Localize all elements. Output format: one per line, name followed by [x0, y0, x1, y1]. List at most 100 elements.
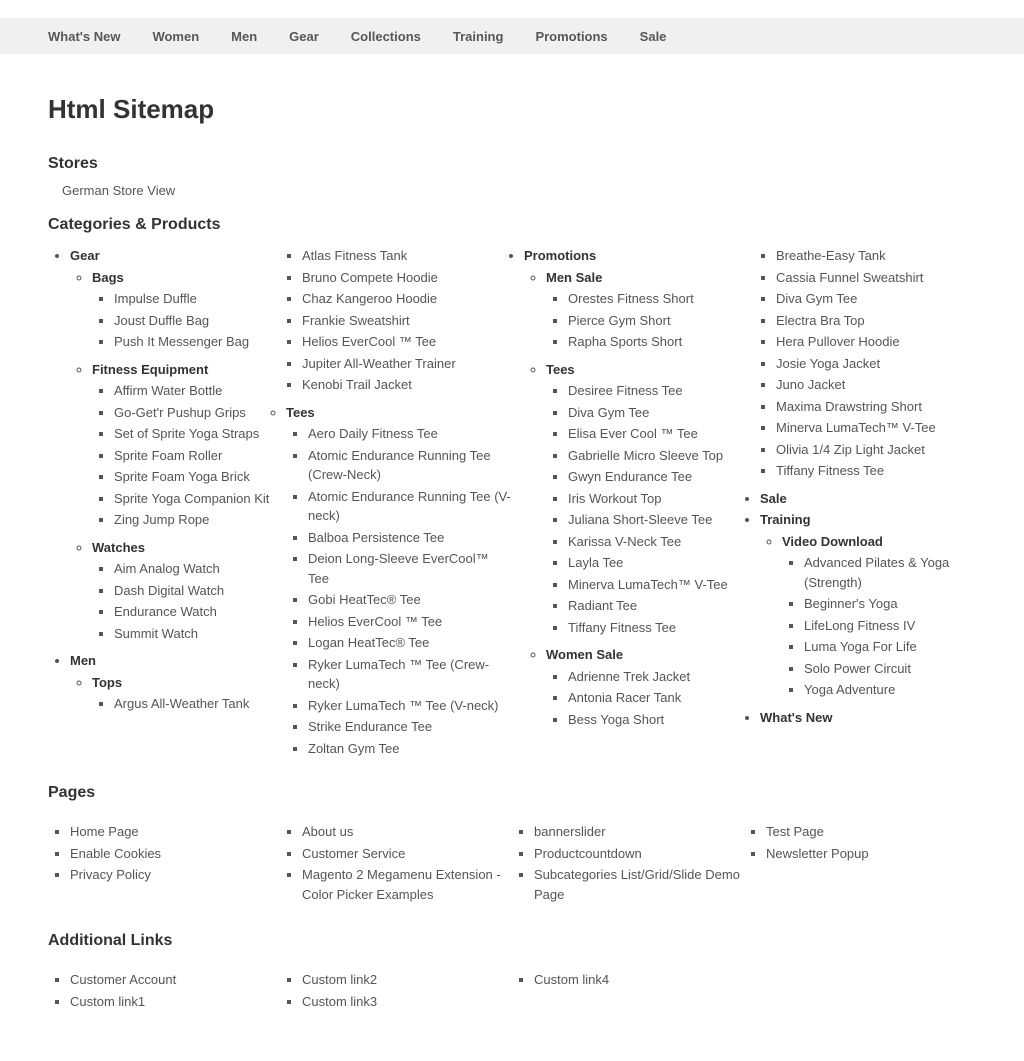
link-item[interactable]: Argus All-Weather Tank [114, 696, 249, 711]
link-item[interactable]: Juno Jacket [776, 377, 845, 392]
link-item[interactable]: Helios EverCool ™ Tee [308, 614, 442, 629]
link-item[interactable]: Joust Duffle Bag [114, 313, 209, 328]
link-item[interactable]: Jupiter All-Weather Trainer [302, 356, 456, 371]
link-item[interactable]: Beginner's Yoga [804, 596, 898, 611]
cat-promotions[interactable]: Promotions [524, 248, 596, 263]
link-item[interactable]: Hera Pullover Hoodie [776, 334, 900, 349]
cat-women-sale[interactable]: Women Sale [546, 647, 623, 662]
link-item[interactable]: Iris Workout Top [568, 491, 661, 506]
cat-bags[interactable]: Bags [92, 270, 124, 285]
link-item[interactable]: Diva Gym Tee [568, 405, 649, 420]
link-item[interactable]: Chaz Kangeroo Hoodie [302, 291, 437, 306]
nav-collections[interactable]: Collections [351, 29, 421, 44]
additional-link[interactable]: Custom link1 [70, 994, 145, 1009]
page-link[interactable]: Newsletter Popup [766, 846, 869, 861]
link-item[interactable]: Deion Long-Sleeve EverCool™ Tee [308, 551, 489, 586]
link-item[interactable]: Summit Watch [114, 626, 198, 641]
link-item[interactable]: Logan HeatTec® Tee [308, 635, 429, 650]
link-item[interactable]: Rapha Sports Short [568, 334, 682, 349]
cat-training[interactable]: Training [760, 512, 811, 527]
page-link[interactable]: Enable Cookies [70, 846, 161, 861]
link-item[interactable]: Electra Bra Top [776, 313, 865, 328]
link-item[interactable]: Maxima Drawstring Short [776, 399, 922, 414]
link-item[interactable]: Karissa V-Neck Tee [568, 534, 681, 549]
page-link[interactable]: Test Page [766, 824, 824, 839]
link-item[interactable]: Kenobi Trail Jacket [302, 377, 412, 392]
link-item[interactable]: Sprite Yoga Companion Kit [114, 491, 269, 506]
link-item[interactable]: Affirm Water Bottle [114, 383, 222, 398]
link-item[interactable]: Zoltan Gym Tee [308, 741, 400, 756]
page-link[interactable]: Privacy Policy [70, 867, 151, 882]
link-item[interactable]: Pierce Gym Short [568, 313, 671, 328]
link-item[interactable]: Balboa Persistence Tee [308, 530, 444, 545]
link-item[interactable]: Tiffany Fitness Tee [568, 620, 676, 635]
link-item[interactable]: Adrienne Trek Jacket [568, 669, 690, 684]
link-item[interactable]: Solo Power Circuit [804, 661, 911, 676]
nav-whats-new[interactable]: What's New [48, 29, 120, 44]
link-item[interactable]: Olivia 1/4 Zip Light Jacket [776, 442, 925, 457]
link-item[interactable]: Orestes Fitness Short [568, 291, 694, 306]
link-item[interactable]: Helios EverCool ™ Tee [302, 334, 436, 349]
link-item[interactable]: Diva Gym Tee [776, 291, 857, 306]
cat-watches[interactable]: Watches [92, 540, 145, 555]
link-item[interactable]: Bruno Compete Hoodie [302, 270, 438, 285]
page-link[interactable]: Customer Service [302, 846, 405, 861]
nav-training[interactable]: Training [453, 29, 504, 44]
link-item[interactable]: Cassia Funnel Sweatshirt [776, 270, 923, 285]
link-item[interactable]: Yoga Adventure [804, 682, 895, 697]
page-link[interactable]: Subcategories List/Grid/Slide Demo Page [534, 867, 740, 902]
link-item[interactable]: Go-Get'r Pushup Grips [114, 405, 246, 420]
cat-video[interactable]: Video Download [782, 534, 883, 549]
link-item[interactable]: Advanced Pilates & Yoga (Strength) [804, 555, 949, 590]
link-item[interactable]: Breathe-Easy Tank [776, 248, 886, 263]
link-item[interactable]: Zing Jump Rope [114, 512, 209, 527]
link-item[interactable]: Strike Endurance Tee [308, 719, 432, 734]
link-item[interactable]: Minerva LumaTech™ V-Tee [568, 577, 728, 592]
link-item[interactable]: Set of Sprite Yoga Straps [114, 426, 259, 441]
page-link[interactable]: Home Page [70, 824, 139, 839]
link-item[interactable]: Atlas Fitness Tank [302, 248, 407, 263]
link-item[interactable]: Radiant Tee [568, 598, 637, 613]
link-item[interactable]: Gwyn Endurance Tee [568, 469, 692, 484]
link-item[interactable]: Tiffany Fitness Tee [776, 463, 884, 478]
cat-tees-promo[interactable]: Tees [546, 362, 575, 377]
link-item[interactable]: Gobi HeatTec® Tee [308, 592, 421, 607]
link-item[interactable]: Elisa Ever Cool ™ Tee [568, 426, 698, 441]
link-item[interactable]: Ryker LumaTech ™ Tee (Crew-neck) [308, 657, 489, 692]
link-item[interactable]: Ryker LumaTech ™ Tee (V-neck) [308, 698, 499, 713]
link-item[interactable]: Josie Yoga Jacket [776, 356, 880, 371]
page-link[interactable]: About us [302, 824, 353, 839]
link-item[interactable]: Desiree Fitness Tee [568, 383, 683, 398]
link-item[interactable]: Frankie Sweatshirt [302, 313, 410, 328]
cat-gear[interactable]: Gear [70, 248, 100, 263]
cat-whats-new[interactable]: What's New [760, 710, 832, 725]
page-link[interactable]: Magento 2 Megamenu Extension - Color Pic… [302, 867, 501, 902]
nav-women[interactable]: Women [152, 29, 199, 44]
link-item[interactable]: Dash Digital Watch [114, 583, 224, 598]
additional-link[interactable]: Custom link4 [534, 972, 609, 987]
link-item[interactable]: Bess Yoga Short [568, 712, 664, 727]
cat-men-sale[interactable]: Men Sale [546, 270, 602, 285]
additional-link[interactable]: Custom link3 [302, 994, 377, 1009]
link-item[interactable]: Aim Analog Watch [114, 561, 220, 576]
link-item[interactable]: Push It Messenger Bag [114, 334, 249, 349]
nav-gear[interactable]: Gear [289, 29, 319, 44]
link-item[interactable]: Sprite Foam Roller [114, 448, 222, 463]
link-item[interactable]: Juliana Short-Sleeve Tee [568, 512, 712, 527]
cat-fitness[interactable]: Fitness Equipment [92, 362, 208, 377]
link-item[interactable]: Aero Daily Fitness Tee [308, 426, 438, 441]
link-item[interactable]: Gabrielle Micro Sleeve Top [568, 448, 723, 463]
nav-sale[interactable]: Sale [640, 29, 667, 44]
link-item[interactable]: Impulse Duffle [114, 291, 197, 306]
store-link[interactable]: German Store View [62, 183, 175, 198]
nav-promotions[interactable]: Promotions [535, 29, 607, 44]
link-item[interactable]: Sprite Foam Yoga Brick [114, 469, 250, 484]
link-item[interactable]: Atomic Endurance Running Tee (Crew-Neck) [308, 448, 491, 483]
page-link[interactable]: bannerslider [534, 824, 606, 839]
link-item[interactable]: Endurance Watch [114, 604, 217, 619]
link-item[interactable]: Atomic Endurance Running Tee (V-neck) [308, 489, 511, 524]
cat-men[interactable]: Men [70, 653, 96, 668]
cat-tees[interactable]: Tees [286, 405, 315, 420]
link-item[interactable]: Luma Yoga For Life [804, 639, 917, 654]
link-item[interactable]: Layla Tee [568, 555, 623, 570]
